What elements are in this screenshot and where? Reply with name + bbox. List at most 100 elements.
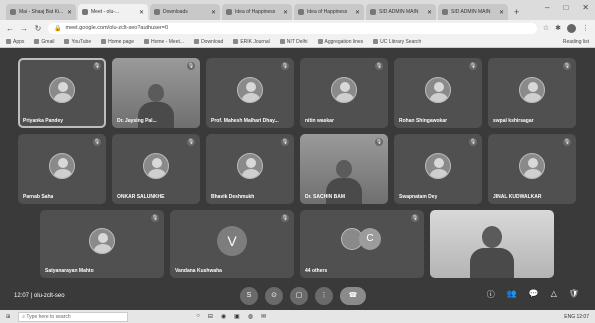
participant-name: JINAL KUDWALKAR <box>493 194 542 200</box>
mic-status-icon: 🎙 <box>281 138 289 146</box>
back-icon[interactable]: ← <box>6 24 14 33</box>
browser-tab[interactable]: Idea of Happiness ✕ <box>294 4 364 20</box>
participant-name: Parnab Saha <box>23 194 54 200</box>
taskbar-search-input[interactable]: ⌕ Type here to search <box>18 311 129 322</box>
tab-close-icon[interactable]: ✕ <box>355 9 360 16</box>
address-bar: ← → ↻ 🔒 meet.google.com/olu-zclt-seo?aut… <box>0 20 595 36</box>
participant-name: Prof. Mahesh Malhari Dhay... <box>211 118 279 124</box>
tab-title: Meet - olu-... <box>91 9 120 15</box>
menu-icon[interactable]: ⋮ <box>582 24 589 33</box>
self-video <box>430 210 554 278</box>
participant-tile[interactable]: 🎙 Swapnatam Dey <box>394 134 482 204</box>
participant-name: ONKAR SALUNKHE <box>117 194 165 200</box>
browser-tab[interactable]: Meet - olu-... ✕ <box>78 4 148 20</box>
participant-tile[interactable]: 🎙 Dr. SACHIN BAM <box>300 134 388 204</box>
host-controls-icon[interactable]: 🛡 <box>569 289 579 300</box>
participant-avatar <box>49 152 75 179</box>
participant-tile[interactable]: 🎙 Parnab Saha <box>18 134 106 204</box>
participant-initial-avatar: V <box>217 225 247 256</box>
participant-tile[interactable]: C 🎙 44 others <box>300 210 424 278</box>
participant-tile[interactable]: V 🎙 Vandana Kushwaha <box>170 210 294 278</box>
taskbar-app-icon[interactable]: ◉ <box>221 313 226 320</box>
mic-status-icon: 🎙 <box>375 62 383 70</box>
browser-tab[interactable]: Idea of Happiness ✕ <box>222 4 292 20</box>
maximize-icon[interactable]: □ <box>563 3 568 12</box>
system-tray: ENG 12:07 <box>564 313 589 320</box>
participant-tile[interactable]: 🎙 Rohan Shingawokar <box>394 58 482 128</box>
bookmark-icon <box>279 39 285 44</box>
participant-avatar <box>143 152 169 179</box>
participant-avatar <box>425 76 451 103</box>
bookmark-item[interactable]: Download <box>194 39 223 45</box>
tab-title: Downloads <box>163 9 188 15</box>
bookmark-item[interactable]: ERIK Journal <box>233 39 270 45</box>
reload-icon[interactable]: ↻ <box>34 24 42 33</box>
participant-tile[interactable]: 🎙 Priyanka Pandey <box>18 58 106 128</box>
participant-name: 44 others <box>305 268 328 274</box>
bookmark-item[interactable]: Gmail <box>34 39 54 45</box>
bookmark-item[interactable]: UC Library Search <box>373 39 421 45</box>
taskbar-app-icon[interactable]: ⊟ <box>208 313 213 320</box>
participant-avatar <box>89 227 115 254</box>
star-icon[interactable]: ☆ <box>543 24 549 33</box>
more-options-button[interactable]: ⋮ <box>315 287 333 305</box>
participant-tile[interactable]: 🎙 ONKAR SALUNKHE <box>112 134 200 204</box>
new-tab-button[interactable]: + <box>514 4 519 20</box>
bookmark-item[interactable]: Home page <box>101 39 134 45</box>
participant-tile[interactable]: 🎙 Dr. Jaysing Pal... <box>112 58 200 128</box>
tab-title: SID ADMIN MAIN <box>379 9 419 15</box>
taskbar-app-icon[interactable]: ○ <box>196 313 200 320</box>
mic-status-icon: 🎙 <box>187 138 195 146</box>
puzzle-icon[interactable]: ✱ <box>555 24 561 33</box>
favicon-icon <box>370 9 376 15</box>
participant-name: Satyanarayan Mahto <box>45 268 94 274</box>
participant-tile[interactable]: 🎙 Prof. Mahesh Malhari Dhay... <box>206 58 294 128</box>
browser-tab[interactable]: Mai - Shaaj Bat Ki... ✕ <box>6 4 76 20</box>
present-button[interactable]: ▢ <box>290 287 308 305</box>
bookmark-item[interactable]: Home - Meet... <box>143 39 184 45</box>
url-input[interactable]: 🔒 meet.google.com/olu-zclt-seo?authuser=… <box>48 22 537 34</box>
participant-tile[interactable]: 🎙 Satyanarayan Mahto <box>40 210 164 278</box>
tab-close-icon[interactable]: ✕ <box>499 9 504 16</box>
end-call-button[interactable]: ☎ <box>340 287 366 305</box>
participant-tile[interactable]: 🎙 nitin waskar <box>300 58 388 128</box>
taskbar-app-icon[interactable]: ▣ <box>234 313 240 320</box>
camera-toggle-button[interactable]: ⊙ <box>265 287 283 305</box>
bookmark-item[interactable]: Aggregation lines <box>317 39 363 45</box>
browser-tab[interactable]: SID ADMIN MAIN ✕ <box>438 4 508 20</box>
tab-close-icon[interactable]: ✕ <box>67 9 72 16</box>
browser-tab[interactable]: SID ADMIN MAIN ✕ <box>366 4 436 20</box>
participant-tile[interactable] <box>430 210 554 278</box>
profile-avatar[interactable] <box>567 23 576 33</box>
browser-tab[interactable]: Downloads ✕ <box>150 4 220 20</box>
mic-status-icon: 🎙 <box>187 62 195 70</box>
minimize-icon[interactable]: – <box>545 3 549 12</box>
tab-close-icon[interactable]: ✕ <box>211 9 216 16</box>
chat-icon[interactable]: 💬 <box>529 289 539 300</box>
mic-toggle-button[interactable]: S <box>240 287 258 305</box>
people-icon[interactable]: 👥 <box>507 289 517 300</box>
tab-close-icon[interactable]: ✕ <box>139 9 144 16</box>
bookmark-item[interactable]: YouTube <box>64 39 91 45</box>
participant-avatar <box>49 76 75 103</box>
participant-tile[interactable]: 🎙 Bhavik Deshmukh <box>206 134 294 204</box>
forward-icon[interactable]: → <box>20 24 28 33</box>
os-taskbar: ⊞ ⌕ Type here to search ○ ⊟ ◉ ▣ ◍ ✉ ENG 12:07 <box>0 310 595 323</box>
favicon-icon <box>10 9 16 15</box>
tab-close-icon[interactable]: ✕ <box>283 9 288 16</box>
taskbar-app-icon[interactable]: ◍ <box>248 313 253 320</box>
url-text: meet.google.com/olu-zclt-seo?authuser=0 <box>65 25 169 31</box>
close-icon[interactable]: ✕ <box>582 3 589 12</box>
bookmark-item[interactable]: Apps <box>6 39 24 45</box>
activities-icon[interactable]: △ <box>551 289 557 300</box>
bookmark-item[interactable]: NIT Delhi <box>279 39 308 45</box>
participant-tile[interactable]: 🎙 swpal kshirsagar <box>488 58 576 128</box>
info-icon[interactable]: ⓘ <box>487 289 495 300</box>
participant-tile[interactable]: 🎙 JINAL KUDWALKAR <box>488 134 576 204</box>
windows-start-icon[interactable]: ⊞ <box>6 314 10 320</box>
taskbar-app-icon[interactable]: ✉ <box>261 313 266 320</box>
participant-avatar <box>425 152 451 179</box>
favicon-icon <box>154 9 160 15</box>
reading-list-button[interactable]: Reading list <box>563 39 589 45</box>
tab-close-icon[interactable]: ✕ <box>427 9 432 16</box>
